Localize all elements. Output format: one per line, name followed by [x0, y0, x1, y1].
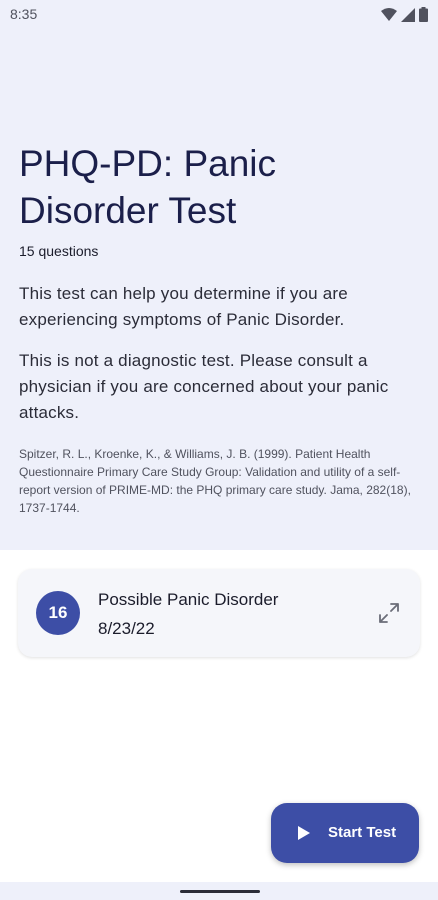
start-test-button[interactable]: Start Test: [271, 803, 419, 863]
signal-icon: [401, 7, 415, 22]
battery-icon: [419, 7, 428, 22]
gesture-nav-bar: [0, 882, 438, 900]
disclaimer-text: This is not a diagnostic test. Please co…: [19, 351, 389, 422]
wifi-icon: [381, 7, 397, 21]
question-count: 15 questions: [19, 243, 99, 259]
status-bar: 8:35: [0, 0, 438, 30]
result-date: 8/23/22: [98, 619, 155, 638]
status-icons: [381, 7, 428, 22]
page-title: PHQ-PD: Panic Disorder Test: [19, 143, 277, 231]
result-label: Possible Panic Disorder: [98, 590, 279, 609]
home-handle[interactable]: [180, 890, 260, 893]
expand-icon[interactable]: [377, 601, 401, 625]
result-card[interactable]: 16 Possible Panic Disorder 8/23/22: [18, 569, 420, 657]
start-test-label: Start Test: [328, 824, 397, 841]
citation-text: Spitzer, R. L., Kroenke, K., & Williams,…: [19, 447, 411, 515]
score-badge: 16: [36, 591, 80, 635]
play-icon: [298, 826, 310, 840]
test-info-section: 8:35 PHQ-PD: Panic Disorder Test 15 ques…: [0, 0, 438, 550]
status-time: 8:35: [10, 6, 38, 22]
test-description: This test can help you determine if you …: [19, 284, 348, 329]
